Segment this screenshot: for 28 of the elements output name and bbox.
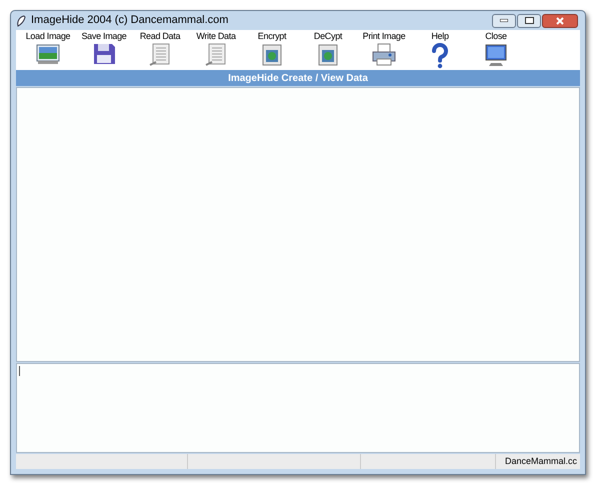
- lock-document-icon: [260, 43, 284, 67]
- toolbar-button[interactable]: Load Image: [20, 30, 76, 70]
- text-input-area[interactable]: [16, 363, 580, 453]
- toolbar-button[interactable]: Print Image: [356, 30, 412, 70]
- toolbar-button[interactable]: Help: [412, 30, 468, 70]
- document-icon: [204, 43, 228, 67]
- text-cursor: [19, 366, 20, 376]
- toolbar-button[interactable]: DeCypt: [300, 30, 356, 70]
- close-icon: [556, 16, 564, 24]
- app-icon: [16, 14, 27, 26]
- document-icon: [148, 43, 172, 67]
- minimize-button[interactable]: [492, 14, 516, 28]
- window-title: ImageHide 2004 (c) Dancemammal.com: [31, 13, 230, 28]
- picture-icon: [35, 43, 61, 65]
- toolbar-button[interactable]: Write Data: [188, 30, 244, 70]
- lock-document-icon: [316, 43, 340, 67]
- minimize-icon: [500, 19, 508, 22]
- maximize-icon: [524, 17, 534, 24]
- toolbar-button[interactable]: Save Image: [76, 30, 132, 70]
- toolbar-button[interactable]: Close: [468, 30, 524, 70]
- toolbar-button[interactable]: Encrypt: [244, 30, 300, 70]
- monitor-icon: [483, 43, 509, 67]
- maximize-button[interactable]: [517, 14, 541, 28]
- toolbar-button[interactable]: Read Data: [132, 30, 188, 70]
- section-header: ImageHide Create / View Data: [16, 70, 580, 86]
- status-text: DanceMammal.cc: [504, 454, 577, 468]
- printer-icon: [371, 43, 397, 67]
- close-button[interactable]: [542, 14, 578, 28]
